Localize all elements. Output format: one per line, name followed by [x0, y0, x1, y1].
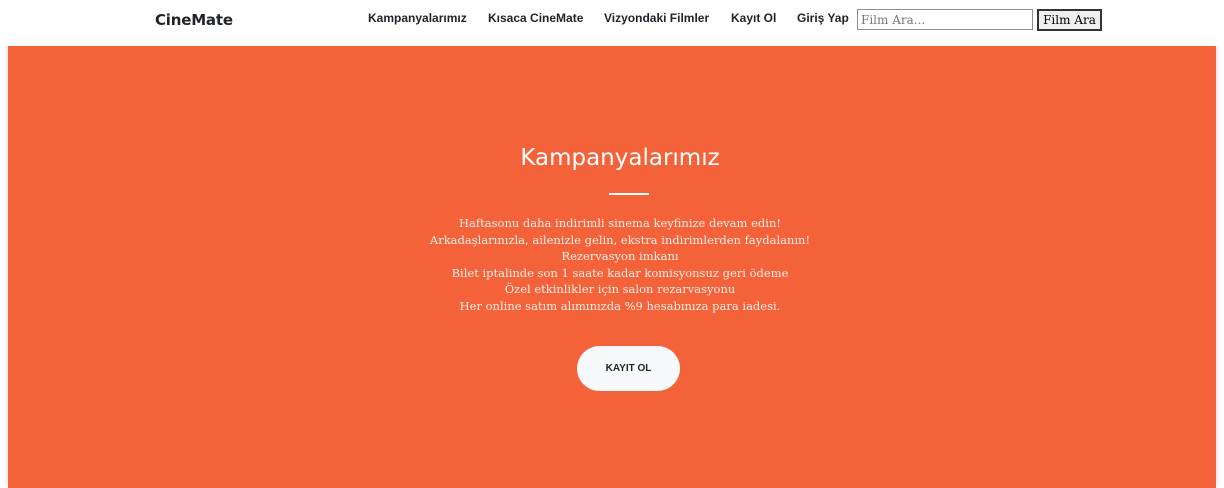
hero-line: Haftasonu daha indirimli sinema keyfiniz…: [459, 216, 781, 230]
signup-button[interactable]: KAYIT OL: [577, 346, 680, 391]
nav-link-kayit-ol[interactable]: Kayıt Ol: [731, 11, 776, 25]
top-navbar: CineMate Kampanyalarımız Kısaca CineMate…: [0, 0, 1224, 46]
hero-line: Rezervasyon imkanı: [561, 249, 679, 264]
hero-line: Özel etkinlikler için salon rezarvasyonu: [504, 282, 736, 297]
nav-link-vizyondaki-filmler[interactable]: Vizyondaki Filmler: [604, 11, 709, 25]
film-search-button[interactable]: Film Ara: [1037, 9, 1102, 31]
hero-divider: [609, 193, 649, 195]
nav-link-giris-yap[interactable]: Giriş Yap: [797, 11, 849, 25]
hero-title: Kampanyalarımız: [520, 145, 720, 171]
hero-line: Arkadaşlarınızla, ailenizle gelin, ekstr…: [429, 232, 811, 247]
nav-link-kisaca-cinemate[interactable]: Kısaca CineMate: [488, 11, 583, 25]
film-search-input[interactable]: [857, 9, 1033, 30]
hero-description: Haftasonu daha indirimli sinema keyfiniz…: [0, 215, 1224, 315]
hero-line: Her online satım alımınızda %9 hesabınız…: [459, 298, 781, 313]
hero-line: Bilet iptalinde son 1 saate kadar komisy…: [451, 265, 789, 280]
campaigns-hero: Kampanyalarımız Haftasonu daha indirimli…: [8, 46, 1216, 488]
nav-link-kampanyalarimiz[interactable]: Kampanyalarımız: [368, 11, 467, 25]
